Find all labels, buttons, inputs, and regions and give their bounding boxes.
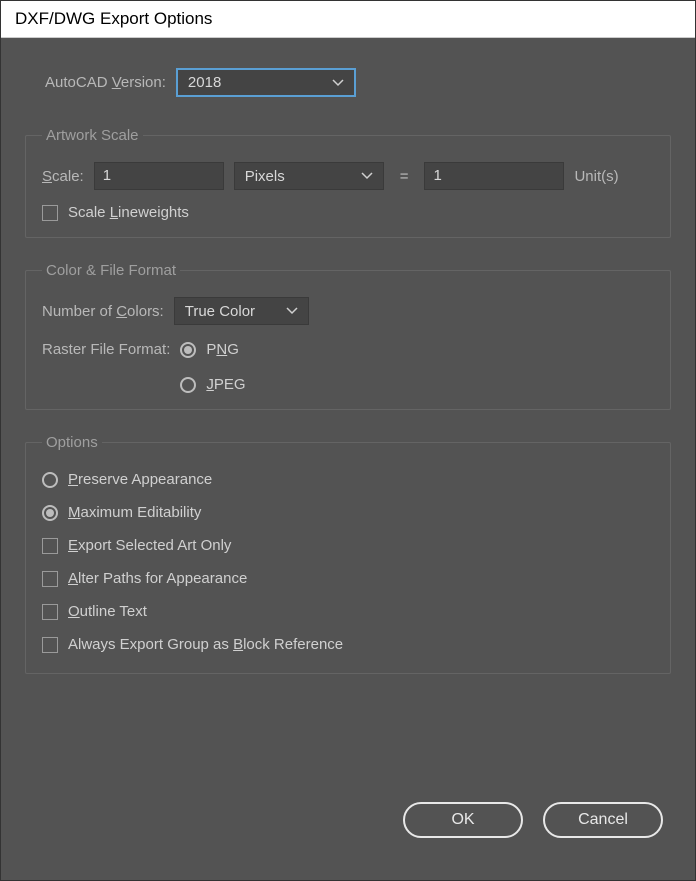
- outline-text-checkbox[interactable]: [42, 604, 58, 620]
- png-radio[interactable]: [180, 342, 196, 358]
- cancel-button[interactable]: Cancel: [543, 802, 663, 838]
- outline-text-label: Outline Text: [68, 603, 147, 620]
- color-format-group: Color & File Format Number of Colors: Tr…: [25, 262, 671, 410]
- colors-select[interactable]: True Color: [174, 297, 309, 325]
- maximum-editability-radio[interactable]: [42, 505, 58, 521]
- scale-label: Scale:: [42, 168, 84, 185]
- artwork-scale-legend: Artwork Scale: [42, 127, 143, 144]
- alter-paths-checkbox[interactable]: [42, 571, 58, 587]
- equals-label: =: [394, 168, 415, 185]
- unit-value-input[interactable]: 1: [424, 162, 564, 190]
- block-reference-checkbox[interactable]: [42, 637, 58, 653]
- jpeg-label: JPEG: [206, 376, 245, 393]
- ok-button[interactable]: OK: [403, 802, 523, 838]
- color-format-legend: Color & File Format: [42, 262, 180, 279]
- scale-lineweights-label: Scale Lineweights: [68, 204, 189, 221]
- scale-lineweights-checkbox[interactable]: [42, 205, 58, 221]
- png-label: PNG: [206, 341, 239, 358]
- dialog-title: DXF/DWG Export Options: [1, 1, 695, 38]
- colors-label: Number of Colors:: [42, 303, 164, 320]
- export-selected-label: Export Selected Art Only: [68, 537, 231, 554]
- unit-suffix-label: Unit(s): [574, 168, 618, 185]
- unit-type-select[interactable]: Pixels: [234, 162, 384, 190]
- block-reference-label: Always Export Group as Block Reference: [68, 636, 343, 653]
- version-select[interactable]: 2018: [176, 68, 356, 97]
- jpeg-radio[interactable]: [180, 377, 196, 393]
- version-label: AutoCAD Version:: [45, 74, 166, 91]
- preserve-appearance-radio[interactable]: [42, 472, 58, 488]
- chevron-down-icon: [332, 79, 344, 87]
- maximum-editability-label: Maximum Editability: [68, 504, 201, 521]
- alter-paths-label: Alter Paths for Appearance: [68, 570, 247, 587]
- chevron-down-icon: [361, 172, 373, 180]
- export-selected-checkbox[interactable]: [42, 538, 58, 554]
- chevron-down-icon: [286, 307, 298, 315]
- unit-type-value: Pixels: [245, 168, 347, 185]
- options-group: Options Preserve Appearance Maximum Edit…: [25, 434, 671, 674]
- artwork-scale-group: Artwork Scale Scale: 1 Pixels = 1 Unit(s…: [25, 127, 671, 238]
- version-value: 2018: [188, 74, 318, 91]
- scale-input[interactable]: 1: [94, 162, 224, 190]
- raster-format-label: Raster File Format:: [42, 341, 170, 358]
- dialog-content: AutoCAD Version: 2018 Artwork Scale Scal…: [1, 38, 695, 880]
- colors-value: True Color: [185, 303, 272, 320]
- options-legend: Options: [42, 434, 102, 451]
- preserve-appearance-label: Preserve Appearance: [68, 471, 212, 488]
- export-options-dialog: DXF/DWG Export Options AutoCAD Version: …: [0, 0, 696, 881]
